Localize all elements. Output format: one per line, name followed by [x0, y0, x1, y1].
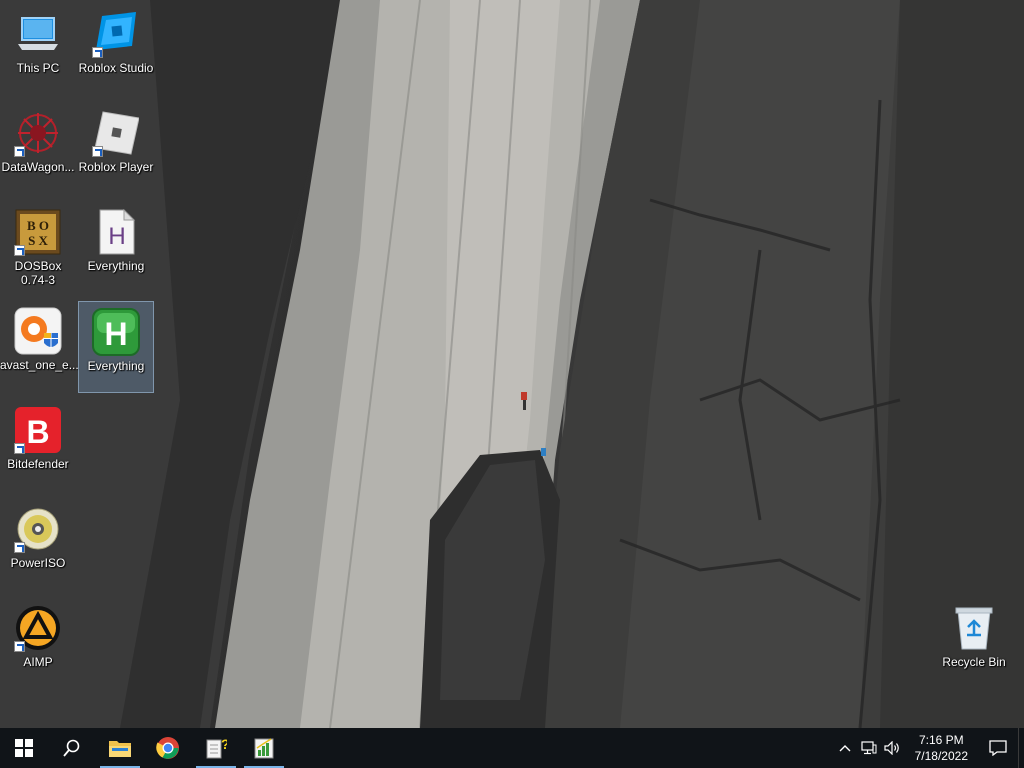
network-icon [861, 741, 877, 755]
svg-text:B O: B O [27, 218, 49, 233]
taskbar-help-app[interactable]: ? [192, 728, 240, 768]
desktop-icon-label: PowerISO [10, 556, 66, 570]
roblox-studio-icon [92, 10, 140, 58]
dosbox-icon: B O S X [14, 208, 62, 256]
folder-icon [109, 741, 131, 757]
speaker-icon [884, 741, 899, 755]
taskbar: ? [0, 728, 1024, 768]
desktop-icon-label: AIMP [23, 655, 53, 669]
recycle-bin-icon [950, 604, 998, 652]
desktop-icon-dosbox[interactable]: B O S X DOSBox 0.74-3 [0, 202, 76, 294]
chrome-icon [156, 737, 179, 759]
notification-icon [989, 740, 1007, 756]
everything-app-icon: H [92, 308, 140, 356]
help-document-icon: ? [206, 736, 227, 759]
desktop-icon-recycle-bin[interactable]: Recycle Bin [936, 598, 1012, 690]
this-pc-icon [14, 10, 62, 58]
desktop-icon-label: avast_one_e... [0, 358, 79, 372]
shortcut-arrow-icon [14, 542, 25, 553]
desktop-icon-label: Roblox Player [78, 160, 154, 174]
desktop-icon-label: Roblox Studio [78, 61, 154, 75]
svg-text:B: B [26, 414, 49, 450]
datawagon-icon [14, 109, 62, 157]
desktop-icon-everything-app[interactable]: H Everything [78, 301, 154, 393]
volume-button[interactable] [881, 728, 905, 768]
svg-text:H: H [104, 316, 127, 352]
desktop-icon-aimp[interactable]: AIMP [0, 598, 76, 690]
shortcut-arrow-icon [92, 47, 103, 58]
desktop-icon-everything-doc[interactable]: H Everything [78, 202, 154, 294]
shortcut-arrow-icon [14, 443, 25, 454]
windows-logo-icon [15, 739, 33, 757]
network-button[interactable] [857, 728, 881, 768]
chevron-up-icon [839, 745, 851, 752]
everything-document-icon: H [92, 208, 140, 256]
shortcut-arrow-icon [14, 146, 25, 157]
desktop-icon-label: DOSBox 0.74-3 [14, 259, 62, 287]
show-desktop-button[interactable] [1018, 728, 1024, 768]
taskbar-chrome[interactable] [144, 728, 192, 768]
desktop-icon-label: Bitdefender [7, 457, 69, 471]
shortcut-arrow-icon [92, 146, 103, 157]
svg-text:S X: S X [28, 233, 48, 248]
search-button[interactable] [48, 728, 96, 768]
show-hidden-icons-button[interactable] [833, 728, 857, 768]
desktop-icon-datawagon[interactable]: DataWagon... [0, 103, 76, 195]
start-button[interactable] [0, 728, 48, 768]
svg-text:?: ? [221, 736, 227, 752]
taskbar-task-app[interactable] [240, 728, 288, 768]
taskbar-file-explorer[interactable] [96, 728, 144, 768]
desktop-icon-avast[interactable]: avast_one_e... [0, 301, 79, 393]
clock[interactable]: 7:16 PM 7/18/2022 [905, 732, 978, 764]
clock-time: 7:16 PM [918, 733, 964, 747]
clock-date: 7/18/2022 [914, 749, 968, 763]
system-tray: 7:16 PM 7/18/2022 [833, 728, 1024, 768]
action-center-button[interactable] [978, 728, 1018, 768]
svg-text:H: H [108, 223, 125, 250]
desktop-icon-label: This PC [16, 61, 60, 75]
desktop-icon-this-pc[interactable]: This PC [0, 4, 76, 96]
desktop-icon-roblox-studio[interactable]: Roblox Studio [78, 4, 154, 96]
roblox-player-icon [92, 109, 140, 157]
poweriso-icon [14, 505, 62, 553]
avast-icon [14, 307, 62, 355]
shortcut-arrow-icon [14, 641, 25, 652]
search-icon [63, 739, 80, 757]
desktop-icon-label: Recycle Bin [942, 655, 1006, 669]
chart-document-icon [254, 738, 274, 759]
desktop-icon-roblox-player[interactable]: Roblox Player [78, 103, 154, 195]
desktop-icon-poweriso[interactable]: PowerISO [0, 499, 76, 591]
desktop-icon-label: DataWagon... [1, 160, 75, 174]
bitdefender-icon: B [14, 406, 62, 454]
desktop-icon-label: Everything [87, 359, 145, 373]
aimp-icon [14, 604, 62, 652]
desktop-icon-bitdefender[interactable]: B Bitdefender [0, 400, 76, 492]
shortcut-arrow-icon [14, 245, 25, 256]
desktop-icon-label: Everything [87, 259, 145, 273]
